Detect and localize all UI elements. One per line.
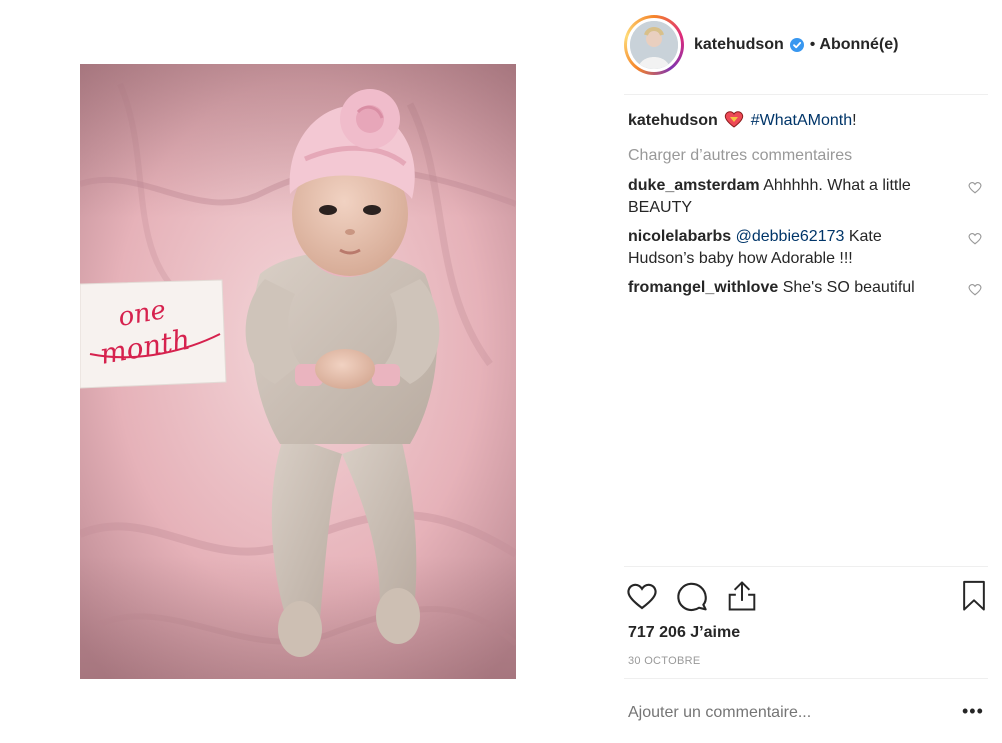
verified-badge-icon bbox=[789, 38, 804, 52]
comments-section: katehudson #WhatAMonth! Charger d’autres… bbox=[628, 110, 984, 306]
comment-mention[interactable]: @debbie62173 bbox=[736, 228, 845, 245]
add-comment-input[interactable] bbox=[628, 704, 928, 722]
comment-item: duke_amsterdam Ahhhhh. What a little BEA… bbox=[628, 175, 984, 219]
load-more-comments-link[interactable]: Charger d’autres commentaires bbox=[628, 145, 984, 167]
post-media: one month bbox=[0, 0, 600, 743]
story-ring[interactable] bbox=[624, 15, 684, 75]
likes-count[interactable]: 717 206 J’aime bbox=[628, 624, 740, 642]
avatar[interactable] bbox=[627, 18, 681, 72]
actions-divider bbox=[624, 566, 988, 567]
caption-username[interactable]: katehudson bbox=[628, 112, 718, 129]
like-comment-heart-icon[interactable] bbox=[968, 230, 982, 252]
comment-item: fromangel_withlove She's SO beautiful bbox=[628, 277, 984, 299]
heart-icon[interactable] bbox=[624, 578, 660, 614]
post-actions bbox=[624, 578, 988, 618]
one-month-card: one month bbox=[80, 279, 227, 389]
post-header: katehudson • Abonné(e) bbox=[624, 14, 988, 76]
like-comment-heart-icon[interactable] bbox=[968, 179, 982, 201]
caption-suffix: ! bbox=[852, 112, 857, 129]
header-username[interactable]: katehudson bbox=[694, 36, 784, 54]
post-caption: katehudson #WhatAMonth! bbox=[628, 110, 984, 135]
bookmark-icon[interactable] bbox=[956, 578, 992, 614]
avatar-image bbox=[630, 21, 678, 69]
comment-username[interactable]: fromangel_withlove bbox=[628, 279, 778, 296]
comment-username[interactable]: nicolelabarbs bbox=[628, 228, 731, 245]
post-photo[interactable]: one month bbox=[80, 64, 516, 679]
comment-text: She's SO beautiful bbox=[782, 279, 915, 296]
follow-status-button[interactable]: Abonné(e) bbox=[819, 36, 898, 54]
comment-item: nicolelabarbs @debbie62173 Kate Hudson’s… bbox=[628, 226, 984, 270]
like-comment-heart-icon[interactable] bbox=[968, 281, 982, 303]
heart-emoji-icon bbox=[724, 110, 744, 135]
post-panel: katehudson • Abonné(e) katehudson #WhatA… bbox=[600, 0, 1002, 743]
baby-photo-illustration: one month bbox=[80, 64, 516, 679]
more-options-button[interactable]: ••• bbox=[962, 701, 984, 722]
post-date[interactable]: 30 OCTOBRE bbox=[628, 655, 701, 667]
share-icon[interactable] bbox=[724, 578, 760, 614]
comment-username[interactable]: duke_amsterdam bbox=[628, 177, 760, 194]
header-separator: • bbox=[809, 36, 816, 53]
comment-icon[interactable] bbox=[674, 578, 710, 614]
header-divider bbox=[624, 94, 988, 95]
caption-hashtag[interactable]: #WhatAMonth bbox=[751, 112, 852, 129]
comment-box-divider bbox=[624, 678, 988, 679]
